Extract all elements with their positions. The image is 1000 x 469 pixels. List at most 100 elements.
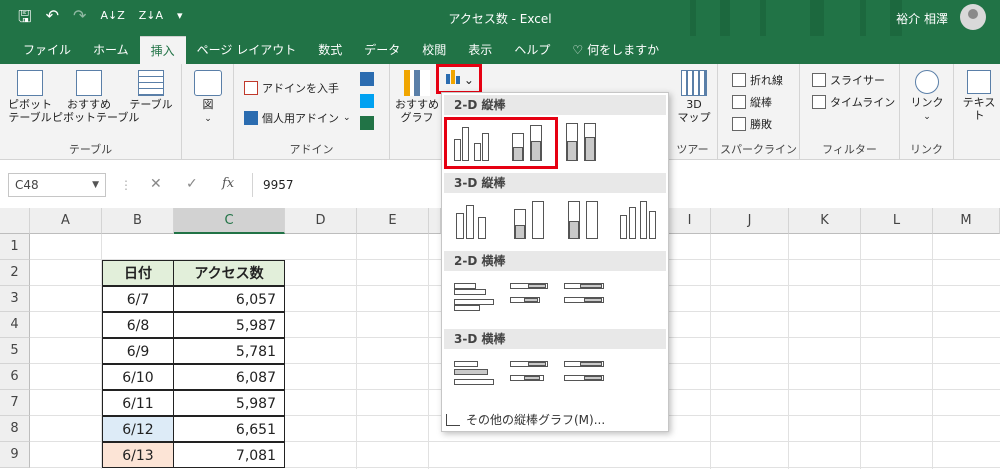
user-name[interactable]: 裕介 相澤 <box>896 10 948 27</box>
table-row-value[interactable]: 6,651 <box>173 416 285 442</box>
tab-insert[interactable]: 挿入 <box>139 36 186 64</box>
gridline-e-f <box>428 234 429 469</box>
row-header-9[interactable]: 9 <box>0 442 30 468</box>
sparkline-winloss-icon <box>732 117 746 131</box>
3d-map-icon <box>681 70 707 96</box>
column-header-b[interactable]: B <box>102 208 174 234</box>
section-2d-bar: 2-D 横棒 <box>444 251 666 271</box>
3d-100-stacked-bar-option[interactable] <box>560 353 606 401</box>
3d-clustered-column-option[interactable] <box>450 197 496 245</box>
more-column-charts-option[interactable]: その他の縦棒グラフ(M)... <box>446 411 605 428</box>
table-header-date[interactable]: 日付 <box>102 260 174 286</box>
table-row-date[interactable]: 6/8 <box>102 312 174 338</box>
table-row-date[interactable]: 6/10 <box>102 364 174 390</box>
100-stacked-column-chart-option[interactable] <box>560 119 606 167</box>
sparkline-column-button[interactable]: 縦棒 <box>732 94 772 110</box>
group-addins: アドインを入手 個人用アドイン ⌄ アドイン <box>234 64 390 160</box>
chevron-down-icon: ⌄ <box>204 114 212 124</box>
cancel-icon[interactable]: ✕ <box>150 176 162 192</box>
timeline-button[interactable]: タイムライン <box>812 94 895 110</box>
tab-help[interactable]: ヘルプ <box>503 36 561 64</box>
3d-stacked-bar-option[interactable] <box>506 353 552 401</box>
row-header-6[interactable]: 6 <box>0 364 30 390</box>
slicer-button[interactable]: スライサー <box>812 72 885 88</box>
get-addins-button[interactable]: アドインを入手 <box>244 80 339 96</box>
tab-page-layout[interactable]: ページ レイアウト <box>186 36 308 64</box>
tab-home[interactable]: ホーム <box>82 36 140 64</box>
chevron-down-icon: ⌄ <box>343 113 351 123</box>
avatar[interactable] <box>960 4 986 30</box>
tab-review[interactable]: 校閲 <box>411 36 457 64</box>
column-header-d[interactable]: D <box>285 208 357 234</box>
table-button[interactable]: テーブル <box>128 70 174 111</box>
tab-data[interactable]: データ <box>353 36 411 64</box>
row-header-3[interactable]: 3 <box>0 286 30 312</box>
tab-file[interactable]: ファイル <box>12 36 82 64</box>
column-header-a[interactable]: A <box>30 208 102 234</box>
stacked-column-chart-option[interactable] <box>506 119 552 167</box>
enter-icon[interactable]: ✓ <box>186 176 198 192</box>
recommended-pivot-button[interactable]: おすすめ ピボットテーブル <box>52 70 139 124</box>
column-header-c[interactable]: C <box>174 208 285 234</box>
insert-function-icon[interactable]: fx <box>222 176 234 191</box>
column-header-j[interactable]: J <box>711 208 789 234</box>
table-row-value[interactable]: 6,057 <box>173 286 285 312</box>
sparkline-winloss-button[interactable]: 勝敗 <box>732 116 772 132</box>
column-header-m[interactable]: M <box>933 208 1000 234</box>
pivot-table-button[interactable]: ピボット テーブル <box>8 70 52 124</box>
column-header-k[interactable]: K <box>789 208 861 234</box>
visio-icon[interactable] <box>360 72 374 86</box>
tell-me-search[interactable]: ♡ 何をしますか <box>561 36 670 64</box>
column-header-l[interactable]: L <box>861 208 933 234</box>
table-row-date[interactable]: 6/11 <box>102 390 174 416</box>
row-header-7[interactable]: 7 <box>0 390 30 416</box>
row-header-4[interactable]: 4 <box>0 312 30 338</box>
column-header-e[interactable]: E <box>357 208 429 234</box>
row-header-1[interactable]: 1 <box>0 234 30 260</box>
stacked-bar-chart-option[interactable] <box>506 275 552 323</box>
clustered-column-chart-option[interactable] <box>450 119 496 167</box>
table-row-value[interactable]: 5,781 <box>173 338 285 364</box>
group-tours-label: ツアー <box>676 143 709 156</box>
3d-100-stacked-column-option[interactable] <box>560 197 606 245</box>
table-row-value[interactable]: 5,987 <box>173 312 285 338</box>
table-row-date[interactable]: 6/7 <box>102 286 174 312</box>
3d-stacked-column-option[interactable] <box>506 197 552 245</box>
tab-view[interactable]: 表示 <box>457 36 503 64</box>
select-all-corner[interactable] <box>0 208 30 234</box>
group-sparklines: 折れ線 縦棒 勝敗 スパークライン <box>718 64 800 160</box>
link-label: リンク <box>910 96 944 109</box>
3d-column-option[interactable] <box>614 197 660 245</box>
column-chart-button[interactable]: ⌄ <box>444 70 476 87</box>
my-addins-icon <box>244 111 258 125</box>
sparkline-line-button[interactable]: 折れ線 <box>732 72 783 88</box>
100-stacked-bar-chart-option[interactable] <box>560 275 606 323</box>
text-button[interactable]: テキスト <box>958 70 1000 122</box>
table-row-date[interactable]: 6/12 <box>102 416 174 442</box>
column-header-i[interactable]: I <box>669 208 711 234</box>
row-header-5[interactable]: 5 <box>0 338 30 364</box>
column-header-f[interactable] <box>429 208 441 234</box>
row-header-2[interactable]: 2 <box>0 260 30 286</box>
link-button[interactable]: リンク ⌄ <box>906 70 948 124</box>
table-row-value[interactable]: 7,081 <box>173 442 285 468</box>
name-box[interactable]: C48 ▼ <box>8 173 106 197</box>
table-row-value[interactable]: 6,087 <box>173 364 285 390</box>
illustrations-button[interactable]: 図 ⌄ <box>188 70 228 126</box>
my-addins-button[interactable]: 個人用アドイン ⌄ <box>244 110 351 126</box>
table-row-date[interactable]: 6/9 <box>102 338 174 364</box>
table-row-value[interactable]: 5,987 <box>173 390 285 416</box>
group-illustrations: 図 ⌄ <box>182 64 234 160</box>
tab-formulas[interactable]: 数式 <box>307 36 353 64</box>
people-graph-icon[interactable] <box>360 116 374 130</box>
3d-clustered-bar-option[interactable] <box>450 353 496 401</box>
group-links-label: リンク <box>910 143 943 156</box>
clustered-bar-chart-option[interactable] <box>450 275 496 323</box>
bing-icon[interactable] <box>360 94 374 108</box>
group-sparklines-label: スパークライン <box>720 143 797 156</box>
table-row-date[interactable]: 6/13 <box>102 442 174 468</box>
table-header-access[interactable]: アクセス数 <box>173 260 285 286</box>
recommended-charts-button[interactable]: おすすめ グラフ <box>394 70 440 124</box>
row-header-8[interactable]: 8 <box>0 416 30 442</box>
3d-map-button[interactable]: 3D マップ <box>672 70 716 124</box>
